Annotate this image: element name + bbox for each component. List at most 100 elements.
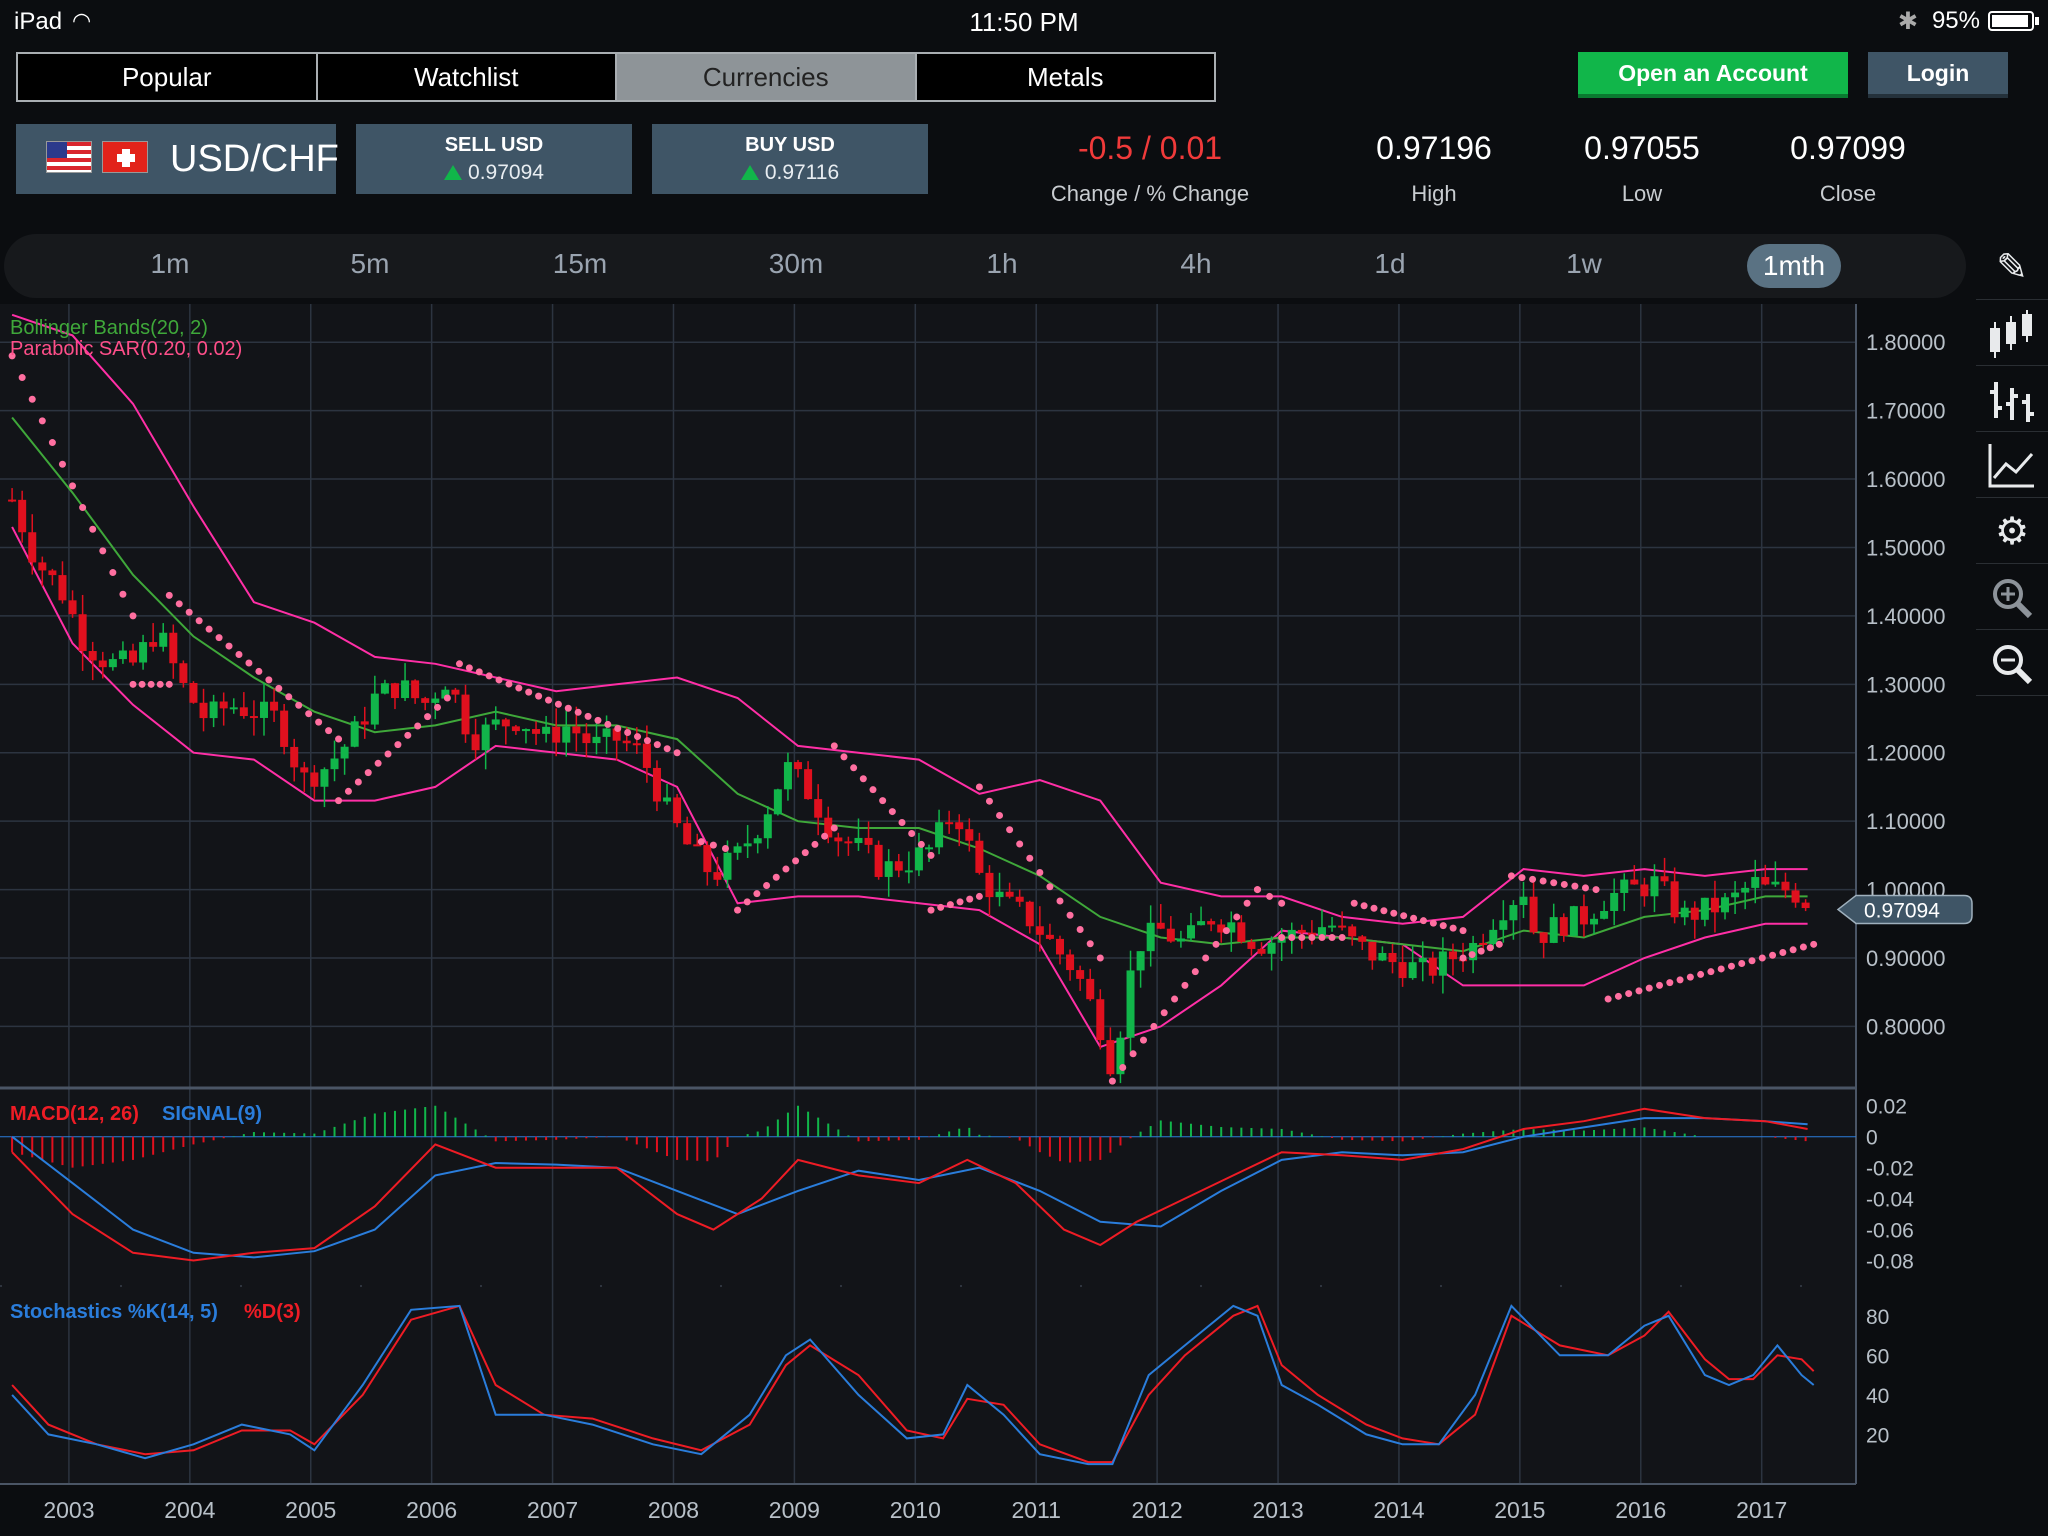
tab-currencies[interactable]: Currencies	[617, 54, 917, 100]
open-account-button[interactable]: Open an Account	[1578, 52, 1848, 94]
candle-up	[1590, 918, 1599, 925]
sar-dot	[1676, 976, 1684, 984]
candle-down	[1207, 921, 1216, 925]
sar-dot	[1181, 981, 1189, 989]
sar-dot	[1026, 854, 1034, 862]
zoom-in-icon[interactable]	[1976, 566, 2048, 630]
candle-up	[753, 838, 762, 844]
candle-down	[1156, 922, 1165, 929]
sar-dot	[18, 374, 26, 382]
sar-dot	[335, 797, 343, 805]
sar-dot	[554, 700, 562, 708]
candle-down	[511, 726, 520, 732]
sar-dot	[653, 741, 661, 749]
time-tick-label: 2010	[890, 1497, 941, 1523]
candle-down	[98, 660, 107, 668]
instrument-selector[interactable]: USD/CHF	[16, 124, 339, 194]
price-chart[interactable]: 1.80000 1.70000 1.60000 1.50000 1.40000 1.300…	[0, 304, 1976, 1536]
sar-dot	[165, 591, 173, 599]
timeframe-4h[interactable]: 4h	[1146, 248, 1246, 280]
candle-down	[360, 721, 369, 725]
candle-up	[1197, 921, 1206, 926]
candlestick-icon[interactable]	[1976, 302, 2048, 366]
candle-up	[259, 701, 268, 718]
line-chart-icon[interactable]	[1976, 434, 2048, 498]
gear-icon[interactable]: ⚙	[1976, 500, 2048, 564]
high-stat: 0.97196 High	[1354, 130, 1514, 207]
sar-dot	[1150, 1022, 1158, 1030]
sar-dot	[1625, 990, 1633, 998]
sar-dot	[1697, 970, 1705, 978]
sar-dot	[830, 742, 838, 750]
timeframe-1m[interactable]: 1m	[120, 248, 220, 280]
timeframe-1mth[interactable]: 1mth	[1747, 244, 1841, 288]
candle-down	[1791, 890, 1800, 903]
candle-down	[1368, 941, 1377, 961]
sar-dot	[792, 857, 800, 865]
candle-down	[945, 822, 954, 825]
candle-down	[1398, 962, 1407, 979]
timeframe-30m[interactable]: 30m	[746, 248, 846, 280]
candle-down	[28, 532, 37, 563]
candle-down	[169, 632, 178, 664]
pencil-icon[interactable]: ✎	[1976, 236, 2048, 300]
sar-dot	[433, 703, 441, 711]
candle-up	[1620, 879, 1629, 893]
time-axis: 2003 2004 2005 2006 2007 2008 2009 2010 2011 2012…	[43, 1497, 1787, 1523]
candle-down	[1690, 907, 1699, 920]
sar-dot	[1571, 882, 1579, 890]
sar-dot	[99, 547, 107, 555]
sar-dot	[364, 769, 372, 777]
sar-dot	[1477, 947, 1485, 955]
sar-dot	[485, 672, 493, 680]
timeframe-1w[interactable]: 1w	[1534, 248, 1634, 280]
candle-down	[1247, 941, 1256, 949]
sar-dot	[1748, 957, 1756, 965]
price-tick-label: 1.60000	[1866, 467, 1946, 492]
timeframe-1h[interactable]: 1h	[952, 248, 1052, 280]
sar-dot	[1202, 954, 1210, 962]
time-tick-label: 2007	[527, 1497, 578, 1523]
candle-up	[1418, 957, 1427, 963]
sar-dot	[1212, 940, 1220, 948]
sar-dot	[1288, 933, 1296, 941]
candle-down	[1358, 936, 1367, 942]
sar-dot	[1468, 951, 1476, 959]
sar-dot	[985, 797, 993, 805]
tab-watchlist[interactable]: Watchlist	[317, 54, 617, 100]
sar-dot	[1298, 933, 1306, 941]
battery-icon	[1988, 11, 2039, 31]
login-button[interactable]: Login	[1868, 52, 2008, 94]
sar-dot	[1449, 924, 1457, 932]
macd-tick-label: -0.06	[1866, 1220, 1914, 1243]
timeframe-5m[interactable]: 5m	[320, 248, 420, 280]
sar-dot	[129, 612, 137, 620]
sar-dot	[1400, 912, 1408, 920]
sar-dot	[1518, 874, 1526, 882]
candle-down	[501, 719, 510, 727]
sell-button[interactable]: SELL USD 0.97094	[356, 124, 632, 194]
sar-dot	[927, 851, 935, 859]
tab-metals[interactable]: Metals	[916, 54, 1214, 100]
sar-dot	[1036, 868, 1044, 876]
candle-down	[1076, 970, 1085, 979]
tab-popular[interactable]: Popular	[18, 54, 318, 100]
ohlc-icon[interactable]	[1976, 368, 2048, 432]
candle-down	[1257, 948, 1266, 954]
candle-down	[622, 740, 631, 744]
candle-up	[1519, 896, 1528, 906]
candle-down	[1035, 926, 1044, 935]
buy-button[interactable]: BUY USD 0.97116	[652, 124, 928, 194]
sar-dot	[109, 569, 117, 577]
timeframe-15m[interactable]: 15m	[530, 248, 630, 280]
low-value: 0.97055	[1584, 130, 1700, 166]
timeframe-1d[interactable]: 1d	[1340, 248, 1440, 280]
zoom-out-icon[interactable]	[1976, 632, 2048, 696]
candle-up	[542, 726, 551, 734]
candle-up	[1438, 951, 1447, 976]
candle-down	[572, 726, 581, 734]
sar-dot	[782, 865, 790, 873]
up-arrow-icon	[444, 165, 463, 180]
candle-down	[844, 841, 853, 844]
candle-down	[421, 698, 430, 703]
